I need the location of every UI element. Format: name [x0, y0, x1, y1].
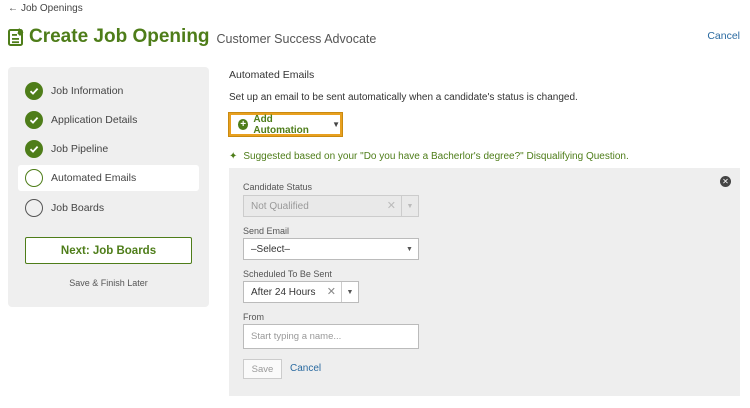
sparkle-icon: ✦ — [229, 151, 238, 162]
next-job-boards-button[interactable]: Next: Job Boards — [25, 237, 192, 264]
back-arrow-icon: ← — [8, 3, 18, 14]
step-job-pipeline[interactable]: Job Pipeline — [18, 136, 199, 162]
section-description: Set up an email to be sent automatically… — [229, 92, 578, 103]
page-header: Create Job Opening Customer Success Advo… — [8, 24, 740, 50]
back-link-label: Job Openings — [21, 3, 83, 14]
page-title: Create Job Opening — [29, 26, 210, 47]
candidate-status-select: Not Qualified ✕ ▼ — [243, 195, 419, 217]
close-icon[interactable]: ✕ — [720, 176, 731, 187]
save-button[interactable]: Save — [243, 359, 282, 379]
send-email-select[interactable]: –Select– ▼ — [243, 238, 419, 260]
scheduled-label: Scheduled To Be Sent — [243, 269, 332, 279]
candidate-status-value: Not Qualified — [251, 200, 309, 212]
scheduled-select[interactable]: After 24 Hours ✕ ▼ — [243, 281, 359, 303]
step-application-details[interactable]: Application Details — [18, 107, 199, 133]
step-label: Application Details — [51, 114, 138, 126]
add-automation-button[interactable]: + Add Automation ▼ — [228, 112, 343, 137]
clipboard-edit-icon — [8, 28, 24, 46]
empty-circle-icon — [25, 199, 43, 217]
clear-icon[interactable]: ✕ — [327, 285, 336, 298]
check-circle-icon — [25, 111, 43, 129]
step-label: Job Boards — [51, 202, 105, 214]
send-email-value: –Select– — [251, 243, 290, 255]
add-automation-label: Add Automation — [253, 113, 309, 136]
save-finish-later-link[interactable]: Save & Finish Later — [8, 278, 209, 288]
step-automated-emails[interactable]: Automated Emails — [18, 165, 199, 191]
candidate-status-label: Candidate Status — [243, 182, 313, 192]
clear-icon: ✕ — [386, 200, 396, 212]
suggestion-note: ✦ Suggested based on your "Do you have a … — [229, 151, 629, 162]
step-label: Automated Emails — [51, 172, 137, 184]
caret-down-icon: ▼ — [406, 245, 413, 253]
scheduled-value: After 24 Hours — [251, 286, 316, 298]
empty-circle-icon — [25, 169, 43, 187]
caret-down-icon: ▼ — [341, 282, 358, 302]
step-label: Job Information — [51, 85, 124, 97]
back-to-job-openings-link[interactable]: ← Job Openings — [8, 3, 83, 14]
send-email-label: Send Email — [243, 226, 290, 236]
plus-circle-icon: + — [238, 119, 249, 130]
from-label: From — [243, 312, 264, 322]
step-job-information[interactable]: Job Information — [18, 78, 199, 104]
automation-card: ✕ Candidate Status Not Qualified ✕ ▼ Sen… — [229, 168, 740, 396]
cancel-link[interactable]: Cancel — [707, 30, 740, 42]
job-title-subtitle: Customer Success Advocate — [216, 32, 377, 46]
from-input[interactable]: Start typing a name... — [243, 324, 419, 349]
check-circle-icon — [25, 82, 43, 100]
suggestion-text: Suggested based on your "Do you have a B… — [243, 151, 629, 162]
caret-down-icon: ▼ — [401, 196, 418, 216]
check-circle-icon — [25, 140, 43, 158]
cancel-automation-link[interactable]: Cancel — [290, 363, 321, 374]
steps-panel: Job Information Application Details Job … — [8, 67, 209, 307]
step-job-boards[interactable]: Job Boards — [18, 195, 199, 221]
section-title: Automated Emails — [229, 69, 315, 81]
step-label: Job Pipeline — [51, 143, 109, 155]
caret-down-icon: ▼ — [332, 120, 340, 129]
